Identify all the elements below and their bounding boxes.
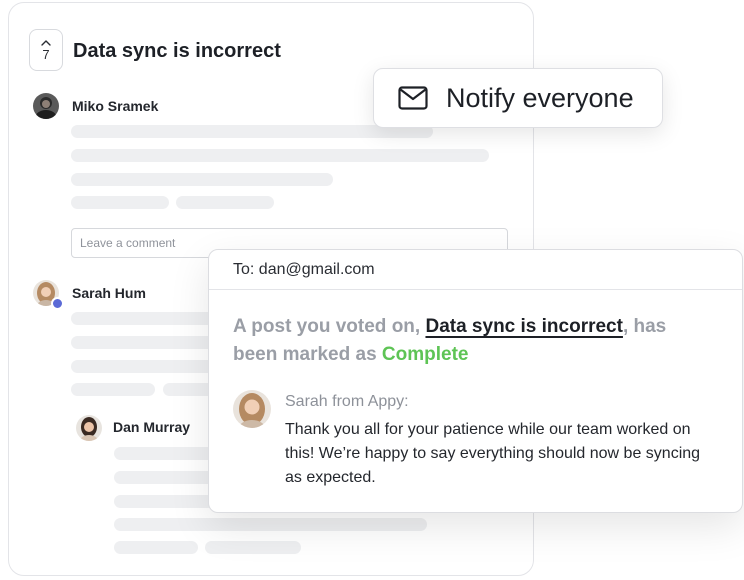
post-link[interactable]: Data sync is incorrect (425, 316, 622, 337)
mail-icon (398, 86, 428, 110)
comment-author: Dan Murray (113, 419, 191, 435)
placeholder-line (71, 383, 155, 396)
placeholder-line (176, 196, 274, 209)
status-complete: Complete (381, 344, 469, 365)
post-title: Data sync is incorrect (73, 40, 281, 62)
placeholder-line (114, 495, 214, 508)
placeholder-line (71, 149, 489, 162)
placeholder-line (114, 541, 198, 554)
sender-avatar (233, 390, 271, 428)
avatar (76, 415, 102, 441)
comment-author: Miko Sramek (72, 98, 159, 114)
upvote-button[interactable]: 7 (29, 29, 63, 71)
placeholder-line (71, 336, 221, 349)
email-message: Thank you all for your patience while ou… (285, 421, 701, 486)
placeholder-line (71, 196, 169, 209)
email-preview: To: dan@gmail.com A post you voted on, D… (208, 249, 743, 513)
notify-everyone-label: Notify everyone (446, 82, 634, 113)
vote-count: 7 (42, 46, 50, 62)
placeholder-line (71, 360, 221, 373)
placeholder-line (114, 471, 214, 484)
placeholder-line (114, 447, 214, 460)
chevron-up-icon (41, 39, 51, 46)
headline-prefix: A post you voted on, (233, 316, 426, 337)
comment-author: Sarah Hum (72, 285, 146, 301)
placeholder-line (71, 312, 221, 325)
avatar (33, 93, 59, 119)
placeholder-line (205, 541, 301, 554)
sender-name: Sarah from Appy: (285, 393, 409, 410)
email-headline: A post you voted on, Data sync is incorr… (233, 313, 713, 369)
placeholder-line (71, 173, 333, 186)
placeholder-line (114, 518, 427, 531)
email-recipient: To: dan@gmail.com (209, 250, 742, 290)
notify-everyone-button[interactable]: Notify everyone (373, 68, 663, 128)
admin-badge-icon (51, 297, 64, 310)
